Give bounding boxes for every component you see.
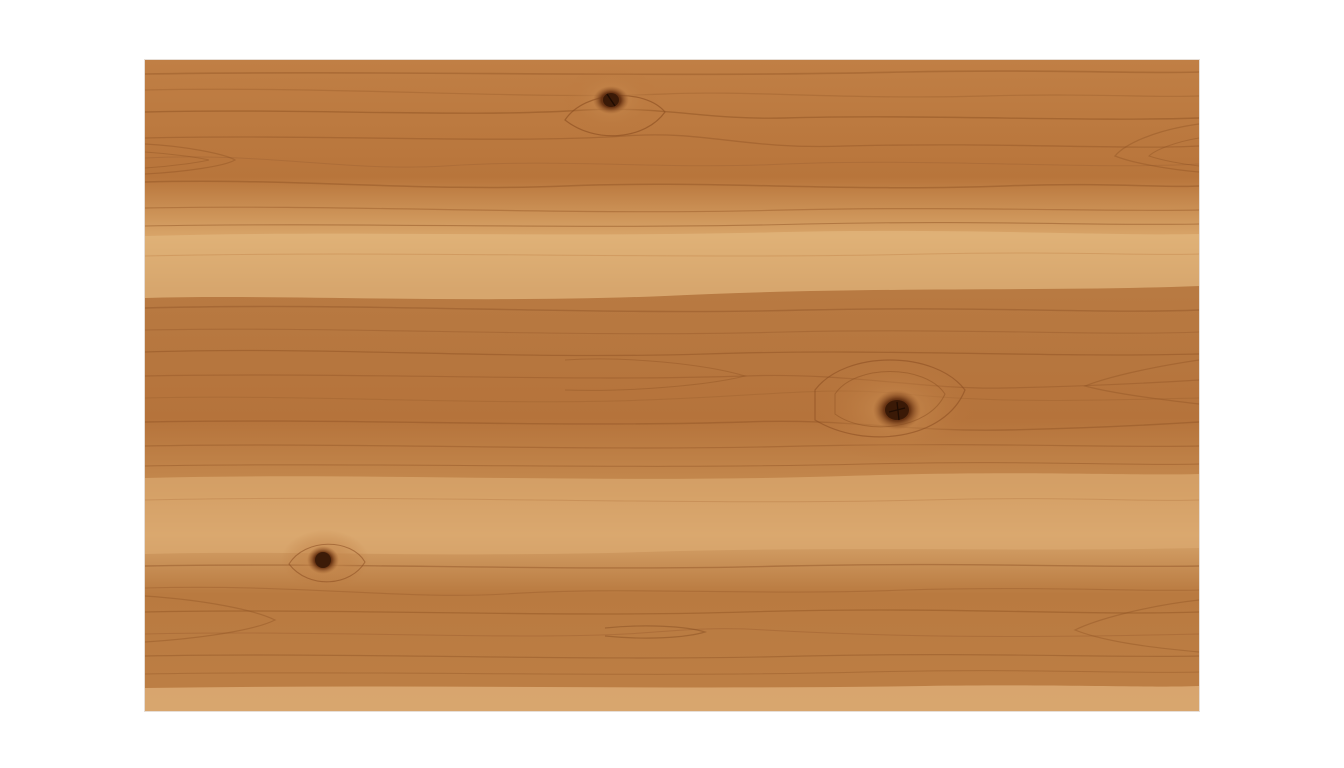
sapwood-band bbox=[145, 685, 1199, 711]
sapwood-band bbox=[145, 230, 1199, 300]
wood-board-panel bbox=[145, 60, 1199, 711]
knot bbox=[281, 530, 369, 590]
image-canvas bbox=[0, 0, 1344, 768]
knot bbox=[814, 358, 975, 462]
wood-grain-texture bbox=[145, 60, 1199, 711]
